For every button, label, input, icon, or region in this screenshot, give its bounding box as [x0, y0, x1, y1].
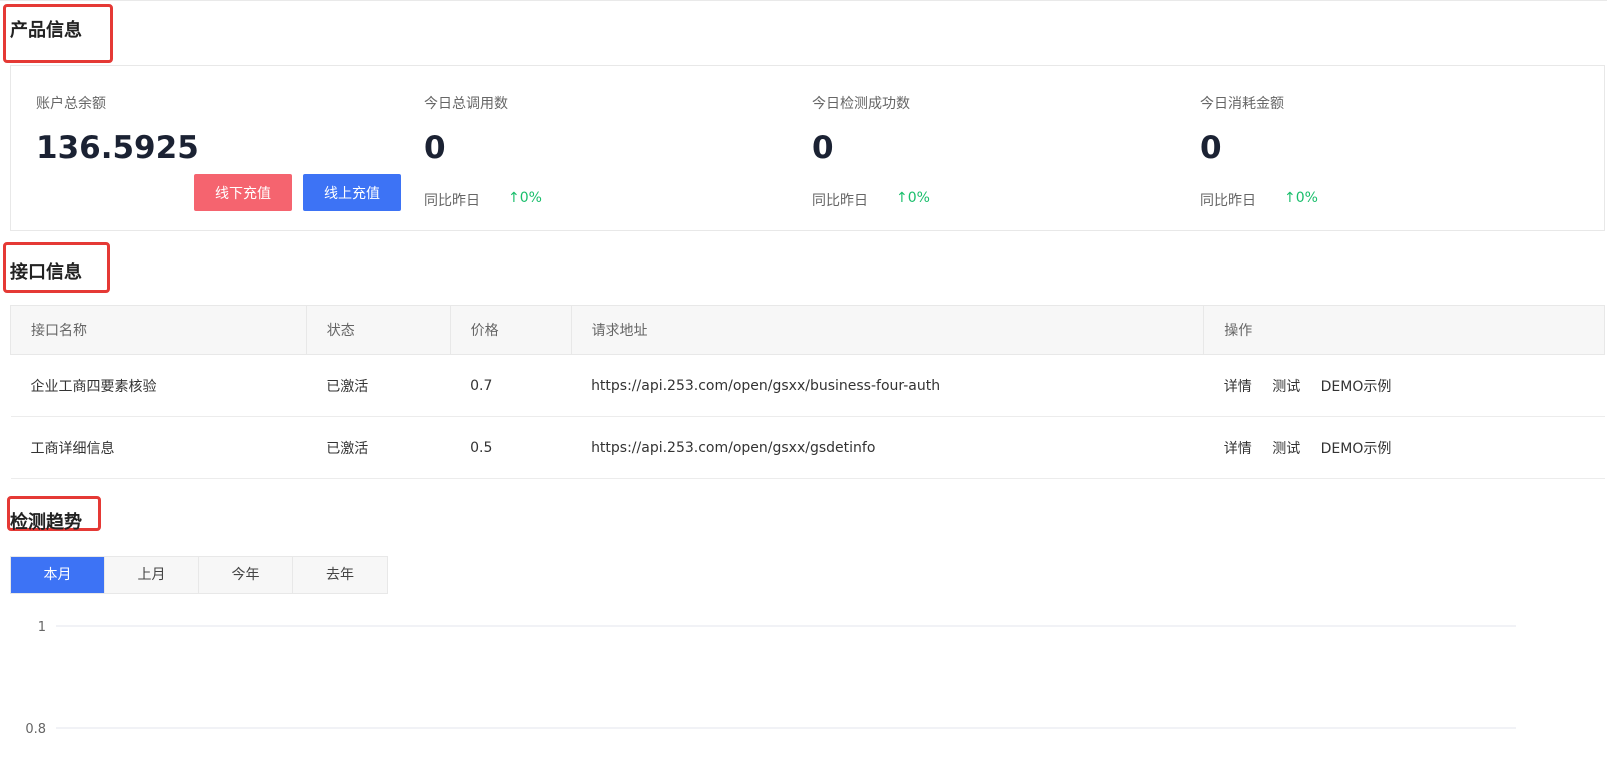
- trend-title: 检测趋势: [10, 512, 82, 533]
- stat-compare-label: 同比昨日: [812, 193, 868, 209]
- api-status: 已激活: [326, 440, 369, 457]
- demo-link[interactable]: DEMO示例: [1321, 379, 1392, 395]
- table-header-row: 接口名称 状态 价格 请求地址 操作: [10, 305, 1605, 355]
- period-tabs: 本月 上月 今年 去年: [10, 556, 388, 594]
- tab-this-month[interactable]: 本月: [11, 557, 105, 593]
- balance-value: 136.5925: [36, 130, 199, 166]
- detail-link[interactable]: 详情: [1224, 441, 1252, 457]
- table-row: 工商详细信息 已激活 0.5 https://api.253.com/open/…: [10, 417, 1605, 479]
- tab-this-year[interactable]: 今年: [199, 557, 293, 593]
- api-actions: 详情 测试 DEMO示例: [1204, 355, 1605, 417]
- stat-total-calls: 今日总调用数 0 同比昨日 ↑0%: [424, 66, 794, 232]
- stat-consumption: 今日消耗金额 0 同比昨日 ↑0%: [1200, 66, 1570, 232]
- api-price: 0.7: [470, 377, 493, 394]
- stat-value: 0: [1200, 130, 1222, 166]
- api-url: https://api.253.com/open/gsxx/gsdetinfo: [591, 439, 876, 456]
- api-name: 工商详细信息: [30, 440, 115, 457]
- api-price: 0.5: [470, 439, 493, 456]
- trend-chart: 10.8: [25, 620, 1516, 737]
- stat-balance: 账户总余额 136.5925 线下充值 线上充值: [36, 66, 406, 232]
- stat-label: 今日总调用数: [424, 96, 508, 112]
- api-actions: 详情 测试 DEMO示例: [1204, 417, 1605, 479]
- test-link[interactable]: 测试: [1272, 379, 1300, 395]
- api-name: 企业工商四要素核验: [30, 378, 157, 395]
- chart-grid-layer: 10.8: [25, 620, 1516, 737]
- stat-label: 账户总余额: [36, 96, 106, 112]
- column-header-price: 价格: [449, 305, 572, 355]
- column-header-status: 状态: [305, 305, 451, 355]
- offline-recharge-button[interactable]: 线下充值: [194, 174, 292, 211]
- stat-label: 今日检测成功数: [812, 96, 910, 112]
- column-header-name: 接口名称: [10, 305, 307, 355]
- stat-change: ↑0%: [896, 190, 930, 206]
- stat-compare-label: 同比昨日: [424, 193, 480, 209]
- table-row: 企业工商四要素核验 已激活 0.7 https://api.253.com/op…: [10, 355, 1605, 417]
- online-recharge-button[interactable]: 线上充值: [303, 174, 401, 211]
- tab-last-month[interactable]: 上月: [105, 557, 199, 593]
- api-info-title: 接口信息: [10, 262, 82, 283]
- stat-success-count: 今日检测成功数 0 同比昨日 ↑0%: [812, 66, 1182, 232]
- api-url: https://api.253.com/open/gsxx/business-f…: [591, 377, 941, 394]
- stats-card: 账户总余额 136.5925 线下充值 线上充值 今日总调用数 0 同比昨日 ↑…: [10, 65, 1605, 231]
- api-status: 已激活: [326, 378, 369, 395]
- y-tick-label: 0.8: [25, 722, 46, 737]
- column-header-actions: 操作: [1203, 305, 1605, 355]
- tab-last-year[interactable]: 去年: [293, 557, 387, 593]
- demo-link[interactable]: DEMO示例: [1321, 441, 1392, 457]
- api-table: 接口名称 状态 价格 请求地址 操作 企业工商四要素核验 已激活 0.7 htt…: [10, 305, 1605, 479]
- stat-change: ↑0%: [508, 190, 542, 206]
- y-tick-label: 1: [38, 620, 46, 635]
- stat-change: ↑0%: [1284, 190, 1318, 206]
- stat-value: 0: [424, 130, 446, 166]
- product-info-title: 产品信息: [10, 20, 82, 41]
- stat-compare-label: 同比昨日: [1200, 193, 1256, 209]
- detail-link[interactable]: 详情: [1224, 379, 1252, 395]
- test-link[interactable]: 测试: [1272, 441, 1300, 457]
- top-divider: [0, 0, 1607, 1]
- column-header-url: 请求地址: [570, 305, 1204, 355]
- stat-label: 今日消耗金额: [1200, 96, 1284, 112]
- stat-value: 0: [812, 130, 834, 166]
